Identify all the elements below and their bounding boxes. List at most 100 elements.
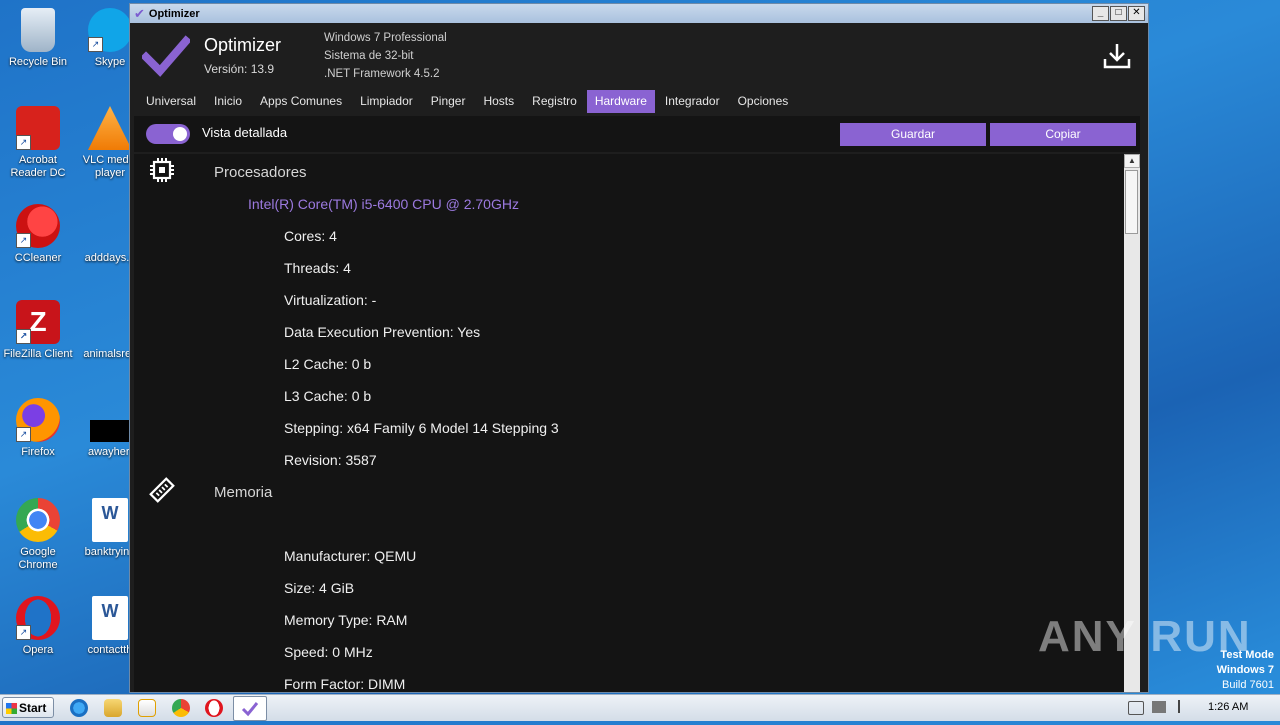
memory-icon xyxy=(149,477,175,503)
cpu-revision: Revision: 3587 xyxy=(284,452,377,468)
tab-hosts[interactable]: Hosts xyxy=(475,90,522,113)
start-label: Start xyxy=(19,701,47,715)
desktop-icon-label: banktrying xyxy=(84,546,136,558)
tab-bar: Universal Inicio Apps Comunes Limpiador … xyxy=(130,90,1148,113)
ie-icon[interactable] xyxy=(70,699,88,717)
desktop-icon-filezilla[interactable]: Z ↗ FileZilla Client xyxy=(0,300,76,361)
desktop-icon-label: Recycle Bin xyxy=(8,56,68,68)
tab-inicio[interactable]: Inicio xyxy=(206,90,250,113)
cpu-name: Intel(R) Core(TM) i5-6400 CPU @ 2.70GHz xyxy=(248,196,519,212)
desktop-icon-label: Google Chrome xyxy=(18,546,58,571)
skype-icon: ↗ xyxy=(88,8,132,52)
explorer-icon[interactable] xyxy=(104,699,122,717)
test-mode-notice: Test Mode Windows 7 Build 7601 xyxy=(1217,648,1274,693)
desktop-icon-recycle-bin[interactable]: Recycle Bin xyxy=(0,8,76,69)
desktop-icon-opera[interactable]: ↗ Opera xyxy=(0,596,76,657)
optimizer-window: ✔ Optimizer _ □ ✕ Optimizer Versión: 13.… xyxy=(129,3,1149,693)
save-button[interactable]: Guardar xyxy=(840,123,986,146)
desktop-icon-label: Firefox xyxy=(21,446,55,458)
app-check-icon: ✔ xyxy=(134,5,145,21)
taskbar: Start 1:26 AM xyxy=(0,694,1280,721)
memory-speed: Speed: 0 MHz xyxy=(284,644,373,660)
tab-hardware[interactable]: Hardware xyxy=(586,90,655,113)
file-icon xyxy=(90,420,130,442)
desktop-icon-label: Acrobat Reader DC xyxy=(10,154,66,179)
cpu-stepping: Stepping: x64 Family 6 Model 14 Stepping… xyxy=(284,420,559,436)
tab-pinger[interactable]: Pinger xyxy=(423,90,474,113)
tab-apps-comunes[interactable]: Apps Comunes xyxy=(252,90,350,113)
cpu-icon xyxy=(150,158,174,182)
ccleaner-icon: ↗ xyxy=(16,204,60,248)
desktop-icon-label: Opera xyxy=(22,644,54,656)
cpu-dep: Data Execution Prevention: Yes xyxy=(284,324,481,340)
windows-version-line: Windows 7 xyxy=(1216,664,1274,676)
hardware-details: Procesadores Intel(R) Core(TM) i5-6400 C… xyxy=(134,154,1124,692)
window-title: Optimizer xyxy=(148,7,200,20)
optimizer-taskbar-button[interactable] xyxy=(233,696,267,721)
start-button[interactable]: Start xyxy=(2,697,54,718)
system-info: Windows 7 Professional Sistema de 32-bit… xyxy=(324,29,447,83)
cpu-l2-cache: L2 Cache: 0 b xyxy=(284,356,372,372)
app-logo-check-icon xyxy=(142,35,190,77)
section-title-processors: Procesadores xyxy=(214,164,307,181)
app-version: Versión: 13.9 xyxy=(204,62,275,76)
toggle-knob xyxy=(173,127,187,141)
detailed-view-label: Vista detallada xyxy=(202,125,288,140)
dotnet-version: .NET Framework 4.5.2 xyxy=(324,68,440,80)
tab-integrador[interactable]: Integrador xyxy=(657,90,728,113)
scroll-thumb[interactable] xyxy=(1125,170,1138,234)
maximize-button[interactable]: □ xyxy=(1110,6,1127,21)
action-center-flag-icon[interactable] xyxy=(1178,700,1190,713)
desktop-icon-label: adddays.p xyxy=(84,252,136,264)
opera-taskbar-icon[interactable] xyxy=(205,699,223,717)
title-bar[interactable]: ✔ Optimizer _ □ ✕ xyxy=(130,4,1148,23)
os-name: Windows 7 Professional xyxy=(324,32,447,44)
chrome-taskbar-icon[interactable] xyxy=(172,699,190,717)
tab-registro[interactable]: Registro xyxy=(524,90,585,113)
cpu-l3-cache: L3 Cache: 0 b xyxy=(284,388,372,404)
media-player-icon[interactable] xyxy=(138,699,156,717)
firefox-icon: ↗ xyxy=(16,398,60,442)
tab-limpiador[interactable]: Limpiador xyxy=(352,90,421,113)
network-icon[interactable] xyxy=(1152,701,1166,713)
desktop-icon-label: FileZilla Client xyxy=(3,348,73,360)
desktop-icon-acrobat[interactable]: ↗ Acrobat Reader DC xyxy=(0,106,76,180)
close-button[interactable]: ✕ xyxy=(1128,6,1145,21)
windows-logo-icon xyxy=(6,703,17,714)
tab-opciones[interactable]: Opciones xyxy=(730,90,797,113)
test-mode-line: Test Mode xyxy=(1220,649,1274,661)
cpu-threads: Threads: 4 xyxy=(284,260,351,276)
chrome-icon xyxy=(16,498,60,542)
tab-universal[interactable]: Universal xyxy=(138,90,204,113)
app-name: Optimizer xyxy=(204,35,282,55)
hardware-toolbar: Vista detallada Guardar Copiar xyxy=(134,116,1140,152)
memory-size: Size: 4 GiB xyxy=(284,580,355,596)
taskbar-clock[interactable]: 1:26 AM xyxy=(1208,701,1248,713)
desktop-icon-label: contactth xyxy=(87,644,133,656)
section-title-memory: Memoria xyxy=(214,484,273,501)
vlc-icon xyxy=(88,106,132,150)
cpu-virtualization: Virtualization: - xyxy=(284,292,377,308)
opera-icon: ↗ xyxy=(16,596,60,640)
desktop-icon-label: CCleaner xyxy=(14,252,62,264)
memory-manufacturer: Manufacturer: QEMU xyxy=(284,548,417,564)
acrobat-icon: ↗ xyxy=(16,106,60,150)
recycle-bin-icon xyxy=(21,8,55,52)
word-document-icon: W xyxy=(92,498,128,542)
desktop-icon-ccleaner[interactable]: ↗ CCleaner xyxy=(0,204,76,265)
minimize-button[interactable]: _ xyxy=(1092,6,1109,21)
word-document-icon: W xyxy=(92,596,128,640)
desktop-icon-chrome[interactable]: Google Chrome xyxy=(0,498,76,572)
memory-form-factor: Form Factor: DIMM xyxy=(284,676,406,692)
copy-button[interactable]: Copiar xyxy=(990,123,1136,146)
file-icon xyxy=(88,204,132,248)
volume-icon[interactable] xyxy=(1128,701,1144,715)
os-arch: Sistema de 32-bit xyxy=(324,50,414,62)
desktop-icon-label: Skype xyxy=(94,56,126,68)
detailed-view-toggle[interactable] xyxy=(146,124,190,144)
filezilla-icon: Z ↗ xyxy=(16,300,60,344)
cpu-cores: Cores: 4 xyxy=(284,228,337,244)
scroll-up-arrow[interactable]: ▲ xyxy=(1124,154,1140,168)
download-icon[interactable] xyxy=(1102,41,1132,71)
desktop-icon-firefox[interactable]: ↗ Firefox xyxy=(0,398,76,459)
